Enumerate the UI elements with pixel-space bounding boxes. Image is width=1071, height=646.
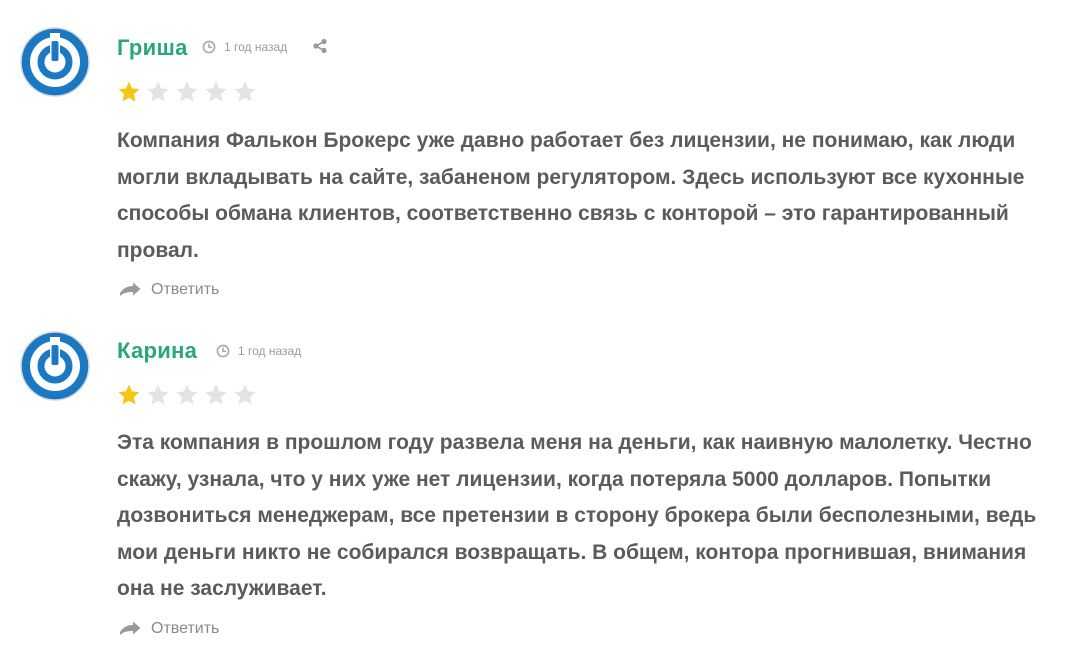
reply-label: Ответить xyxy=(151,281,220,298)
star-icon xyxy=(205,384,227,405)
star-icon xyxy=(147,384,169,405)
comment-author[interactable]: Гриша xyxy=(117,35,188,61)
star-icon xyxy=(234,81,256,102)
comment-time: 1 год назад xyxy=(238,344,302,358)
share-icon[interactable] xyxy=(312,38,328,54)
star-icon xyxy=(234,384,256,405)
avatar xyxy=(20,331,90,401)
star-icon xyxy=(176,384,198,405)
star-icon xyxy=(147,81,169,102)
reply-arrow-icon xyxy=(120,282,141,296)
star-icon xyxy=(118,81,140,102)
star-icon xyxy=(205,81,227,102)
comment-text: Эта компания в прошлом году развела меня… xyxy=(117,431,1037,600)
star-icon xyxy=(176,81,198,102)
avatar xyxy=(20,27,90,97)
reply-arrow-icon xyxy=(120,621,141,635)
star-icon xyxy=(118,384,140,405)
comment-author[interactable]: Карина xyxy=(117,338,197,364)
comment-text: Компания Фалькон Брокерс уже давно работ… xyxy=(117,129,1025,262)
clock-icon xyxy=(216,344,230,358)
comment-time: 1 год назад xyxy=(224,40,288,54)
reply-label: Ответить xyxy=(151,620,220,637)
clock-icon xyxy=(202,40,216,54)
